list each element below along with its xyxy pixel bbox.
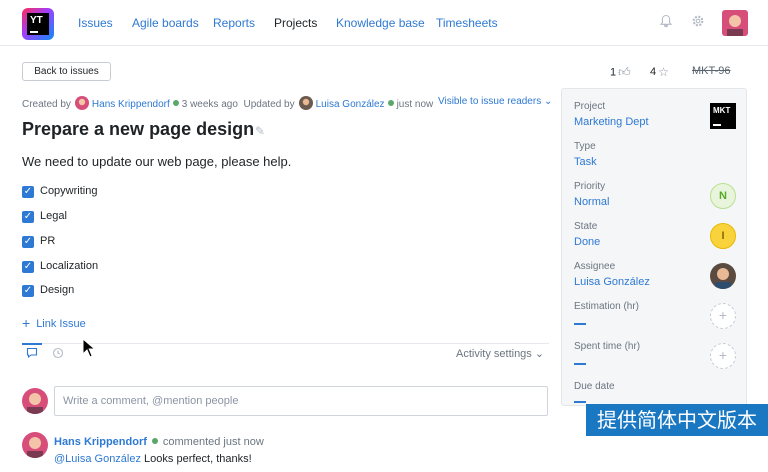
activity-settings-dropdown[interactable]: Activity settings ⌄ xyxy=(456,347,544,360)
mouse-cursor-icon xyxy=(82,337,97,361)
youtrack-logo[interactable]: YT xyxy=(22,8,54,40)
project-logo: MKT xyxy=(710,103,736,129)
comment-text: Looks perfect, thanks! xyxy=(141,453,252,465)
visibility-dropdown[interactable]: Visible to issue readers ⌄ xyxy=(438,96,552,107)
chevron-down-icon: ⌄ xyxy=(534,348,545,360)
chevron-down-icon: ⌄ xyxy=(543,96,553,107)
activity-settings-label: Activity settings xyxy=(456,348,532,360)
assignee-value[interactable]: Luisa González xyxy=(574,276,650,288)
add-spent-time-icon[interactable]: + xyxy=(710,343,736,369)
due-date-label: Due date xyxy=(574,381,615,392)
creator-avatar xyxy=(74,96,89,110)
created-by-label: Created by xyxy=(22,99,71,110)
project-logo-text: MKT xyxy=(713,106,731,115)
active-tab-indicator xyxy=(22,343,42,345)
nav-projects[interactable]: Projects xyxy=(274,16,317,30)
updater-name[interactable]: Luisa González xyxy=(316,99,385,110)
logo-mark: YT xyxy=(27,13,49,35)
creator-name[interactable]: Hans Krippendorf xyxy=(92,99,170,110)
nav-timesheets[interactable]: Timesheets xyxy=(436,16,498,30)
star-counter[interactable]: 4 ☆ xyxy=(650,65,669,79)
history-tab-icon[interactable] xyxy=(51,347,65,361)
comment-action: commented just now xyxy=(162,436,264,448)
star-icon: ☆ xyxy=(658,65,669,79)
link-issue-button[interactable]: + Link Issue xyxy=(22,315,86,331)
issue-meta: Created by Hans Krippendorf 3 weeks ago Up… xyxy=(22,96,433,110)
checkbox-legal[interactable]: ✓ xyxy=(22,211,34,223)
spent-time-label: Spent time (hr) xyxy=(574,341,641,352)
project-value[interactable]: Marketing Dept xyxy=(574,116,649,128)
checkbox-copywriting[interactable]: ✓ xyxy=(22,186,34,198)
assignee-label: Assignee xyxy=(574,261,616,272)
nav-knowledge-base[interactable]: Knowledge base xyxy=(336,16,425,30)
vote-counter[interactable]: 1 👍︎ xyxy=(610,65,631,80)
chinese-version-banner: 提供简体中文版本 xyxy=(586,404,768,436)
comment-mention[interactable]: @Luisa González xyxy=(54,453,141,465)
priority-badge: N xyxy=(710,183,736,209)
online-indicator xyxy=(387,100,394,106)
checklist-item: PR xyxy=(40,235,56,247)
assignee-avatar xyxy=(710,263,736,289)
updater-avatar xyxy=(298,96,313,110)
comment-input[interactable] xyxy=(54,386,548,416)
type-label: Type xyxy=(574,141,596,152)
estimation-empty[interactable] xyxy=(574,323,586,325)
state-value[interactable]: Done xyxy=(574,236,600,248)
issue-title: Prepare a new page design xyxy=(22,119,255,139)
plus-icon: + xyxy=(22,315,31,331)
link-issue-label: Link Issue xyxy=(36,318,86,330)
comment-body: @Luisa González Looks perfect, thanks! xyxy=(54,453,252,465)
comment-author-avatar xyxy=(22,432,48,458)
created-ago: 3 weeks ago xyxy=(181,99,238,110)
checkbox-localization[interactable]: ✓ xyxy=(22,261,34,273)
estimation-label: Estimation (hr) xyxy=(574,301,640,312)
state-label: State xyxy=(574,221,598,232)
star-count: 4 xyxy=(650,66,657,78)
nav-agile-boards[interactable]: Agile boards xyxy=(132,16,199,30)
current-user-avatar xyxy=(22,388,48,414)
add-estimation-icon[interactable]: + xyxy=(710,303,736,329)
issue-description: We need to update our web page, please h… xyxy=(22,154,292,169)
updated-ago: just now xyxy=(396,99,434,110)
nav-reports[interactable]: Reports xyxy=(213,16,255,30)
priority-label: Priority xyxy=(574,181,606,192)
comment-header: Hans Krippendorf commented just now xyxy=(54,436,264,448)
state-badge: I xyxy=(710,223,736,249)
back-to-issues-button[interactable]: Back to issues xyxy=(22,62,111,81)
edit-pencil-icon[interactable]: ✎ xyxy=(255,124,265,138)
checklist-item: Design xyxy=(40,284,75,296)
spent-time-empty[interactable] xyxy=(574,363,586,365)
due-date-empty[interactable] xyxy=(574,401,586,403)
bell-icon[interactable] xyxy=(658,14,674,30)
checklist-item: Copywriting xyxy=(40,185,98,197)
checkbox-pr[interactable]: ✓ xyxy=(22,236,34,248)
comment-author[interactable]: Hans Krippendorf xyxy=(54,436,147,448)
priority-value[interactable]: Normal xyxy=(574,196,609,208)
nav-issues[interactable]: Issues xyxy=(78,16,113,30)
logo-text: YT xyxy=(30,15,43,26)
activity-tabs-divider xyxy=(22,343,549,344)
online-indicator xyxy=(151,438,158,444)
comments-tab-icon[interactable] xyxy=(25,347,39,361)
issue-fields-panel: Project Marketing Dept MKT Type Task Pri… xyxy=(561,88,747,406)
issue-id: MKT-96 xyxy=(692,65,731,77)
checklist-item: Localization xyxy=(40,260,99,272)
gear-icon[interactable] xyxy=(690,14,706,30)
checklist-item: Legal xyxy=(40,210,67,222)
top-header: YT Issues Agile boards Reports Projects … xyxy=(0,0,768,46)
online-indicator xyxy=(172,100,179,106)
checkbox-design[interactable]: ✓ xyxy=(22,285,34,297)
thumbs-up-icon: 👍︎ xyxy=(618,65,631,79)
user-avatar[interactable] xyxy=(722,10,748,36)
project-label: Project xyxy=(574,101,606,112)
visibility-label: Visible to issue readers xyxy=(438,96,542,107)
updated-by-label: Updated by xyxy=(243,99,295,110)
vote-count: 1 xyxy=(610,66,617,79)
type-value[interactable]: Task xyxy=(574,156,597,168)
